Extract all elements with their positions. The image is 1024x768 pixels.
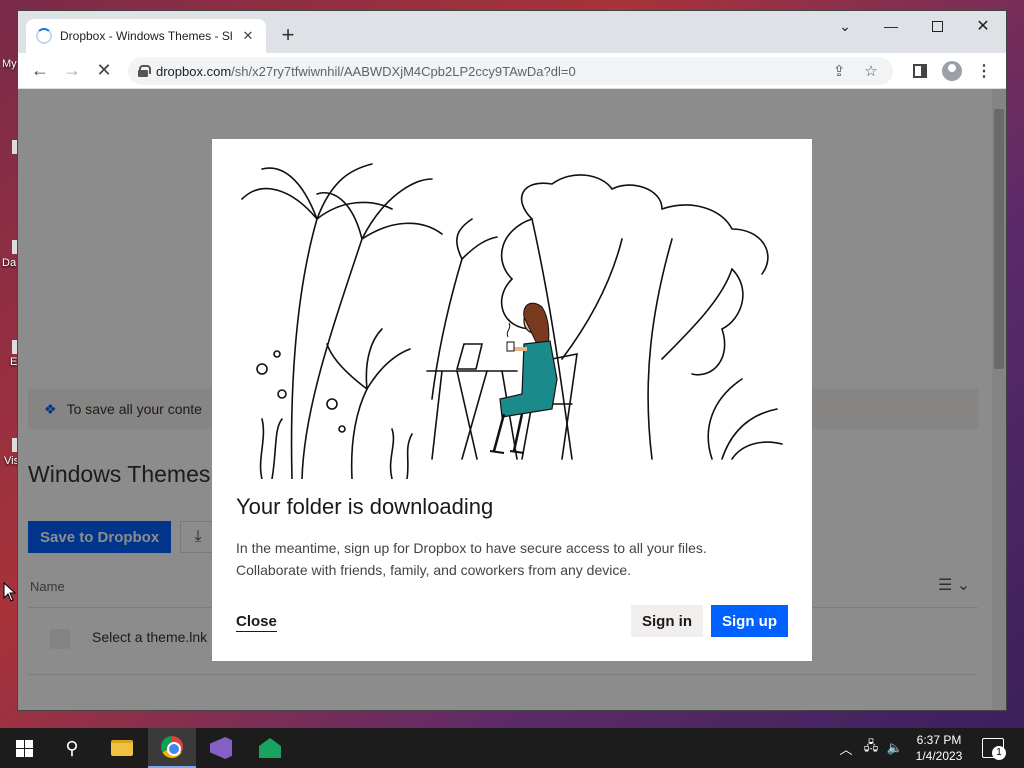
modal-body: In the meantime, sign up for Dropbox to … (236, 537, 776, 581)
minimize-button[interactable]: — (868, 11, 914, 41)
forward-button[interactable]: → (56, 55, 88, 87)
new-tab-button[interactable]: + (276, 23, 300, 47)
close-modal-link[interactable]: Close (236, 613, 277, 632)
dropbox-page: ❖ To save all your conte Windows Themes … (18, 89, 1006, 710)
menu-kebab-icon[interactable]: ⋮ (970, 57, 998, 85)
windows-logo-icon (15, 739, 33, 757)
start-button[interactable] (0, 728, 48, 768)
taskbar: ⚲ ︿ 🖧 🔈 6:37 PM 1/4/2023 1 (0, 728, 1024, 768)
close-tab-icon[interactable]: ✕ (240, 28, 256, 44)
side-panel-icon[interactable] (906, 57, 934, 85)
notification-count-badge: 1 (992, 746, 1006, 760)
browser-tab[interactable]: Dropbox - Windows Themes - Sh ✕ (26, 19, 266, 53)
tab-title: Dropbox - Windows Themes - Sh (60, 29, 232, 43)
mouse-cursor-icon (3, 582, 17, 602)
chrome-taskbar-icon[interactable] (148, 728, 196, 768)
volume-icon[interactable]: 🔈 (884, 728, 906, 768)
sign-in-button[interactable]: Sign in (631, 605, 703, 637)
visual-studio-icon[interactable] (197, 728, 245, 768)
browser-toolbar: ← → ✕ dropbox.com/sh/x27ry7tfwiwnhil/AAB… (18, 53, 1006, 89)
close-window-button[interactable]: ✕ (960, 11, 1006, 41)
address-bar[interactable]: dropbox.com/sh/x27ry7tfwiwnhil/AABWDXjM4… (128, 57, 893, 85)
stop-loading-button[interactable]: ✕ (88, 55, 120, 87)
profile-avatar-icon[interactable] (938, 57, 966, 85)
desktop-icon-label[interactable]: E (10, 356, 17, 368)
modal-body-line: In the meantime, sign up for Dropbox to … (236, 540, 707, 556)
clock-time: 6:37 PM (916, 733, 962, 747)
bookmark-star-icon[interactable]: ☆ (859, 62, 883, 80)
maximize-icon (931, 20, 943, 32)
search-icon[interactable]: ⚲ (48, 728, 96, 768)
show-hidden-icons-chevron[interactable]: ︿ (836, 728, 856, 768)
green-app-icon[interactable] (246, 728, 294, 768)
tab-strip: Dropbox - Windows Themes - Sh ✕ + ⌄ — ✕ (18, 11, 1006, 53)
desktop-icon-label[interactable]: Da (2, 257, 16, 269)
sign-up-button[interactable]: Sign up (711, 605, 788, 637)
clock-date: 1/4/2023 (915, 749, 963, 763)
share-icon[interactable]: ⇪ (827, 62, 851, 80)
url-text[interactable]: dropbox.com/sh/x27ry7tfwiwnhil/AABWDXjM4… (156, 64, 819, 79)
loading-spinner-icon (36, 28, 52, 44)
tab-search-icon[interactable]: ⌄ (822, 11, 868, 41)
lock-icon (138, 65, 151, 77)
file-explorer-icon[interactable] (98, 728, 146, 768)
modal-title: Your folder is downloading (236, 494, 494, 519)
desktop-icon-label[interactable]: My (2, 58, 17, 70)
browser-window: Dropbox - Windows Themes - Sh ✕ + ⌄ — ✕ … (18, 11, 1006, 710)
back-button[interactable]: ← (24, 55, 56, 87)
system-clock[interactable]: 6:37 PM 1/4/2023 (908, 732, 970, 764)
maximize-button[interactable] (914, 11, 960, 41)
download-modal: Your folder is downloading In the meanti… (212, 139, 812, 661)
modal-body-line: Collaborate with friends, family, and co… (236, 562, 632, 578)
desktop-icon-label[interactable]: Vis (4, 455, 19, 467)
illustration-woman-garden (241, 163, 783, 479)
network-icon[interactable]: 🖧 (860, 728, 882, 768)
